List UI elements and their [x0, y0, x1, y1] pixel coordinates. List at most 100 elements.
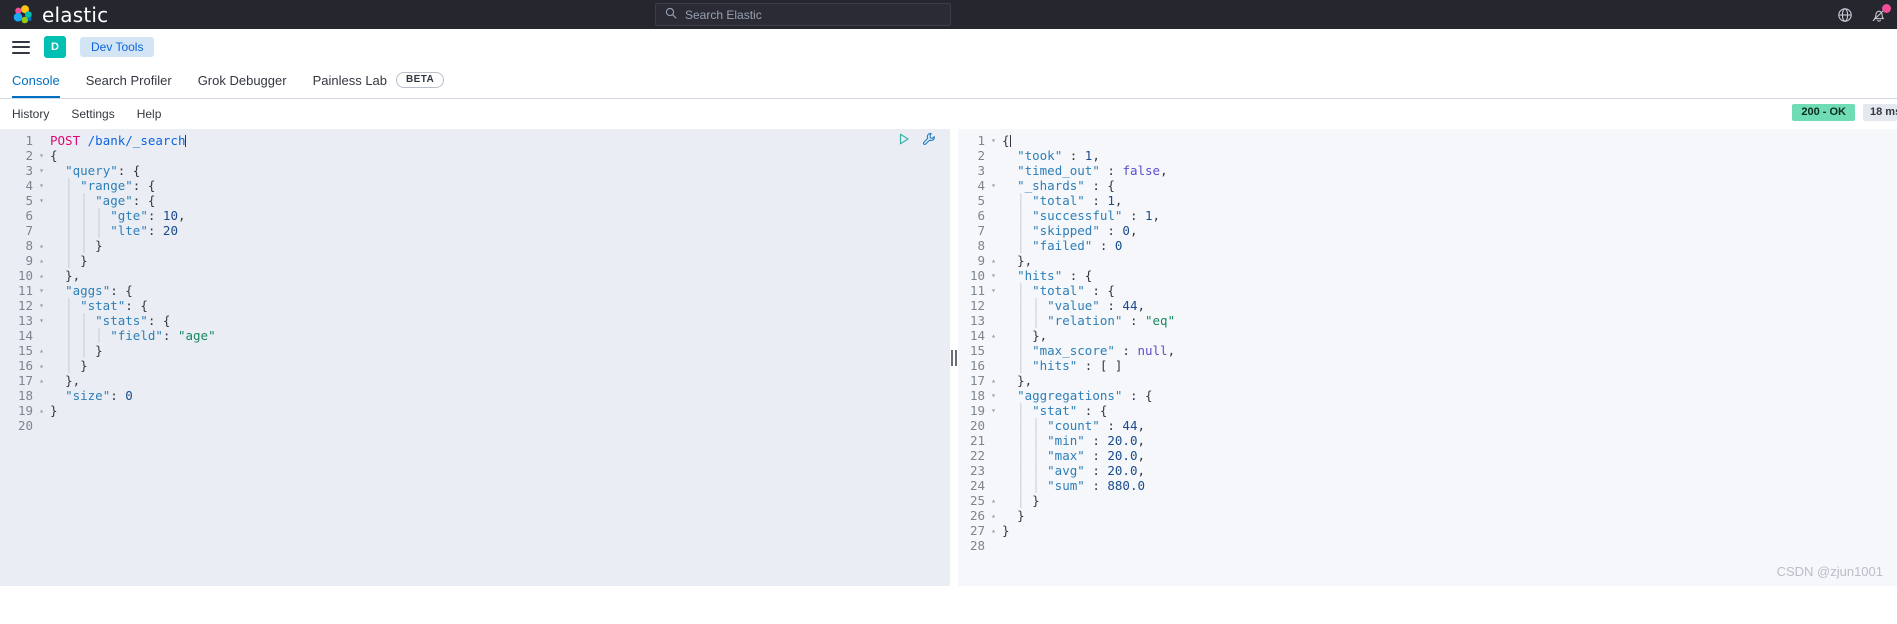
code-token: , [1137, 433, 1146, 448]
request-code-line: }, [46, 373, 950, 388]
request-line-number: 9 ▴ [25, 253, 44, 268]
code-token: { [1002, 133, 1010, 148]
fold-toggle-icon[interactable]: ▴ [39, 253, 44, 268]
code-token: } [1032, 493, 1040, 508]
breadcrumb[interactable]: Dev Tools [80, 37, 155, 57]
fold-toggle-icon[interactable]: ▾ [39, 313, 44, 328]
code-token: "age" [177, 328, 216, 343]
fold-toggle-icon[interactable]: ▴ [991, 508, 996, 523]
space-avatar[interactable]: D [44, 36, 66, 58]
play-send-icon[interactable] [897, 132, 911, 151]
code-token: │ [50, 358, 81, 373]
fold-toggle-icon[interactable]: ▴ [991, 523, 996, 538]
fold-toggle-icon[interactable]: ▴ [39, 403, 44, 418]
fold-toggle-icon[interactable]: ▾ [991, 388, 996, 403]
fold-toggle-icon[interactable]: ▾ [39, 148, 44, 163]
code-token: : [1114, 343, 1138, 358]
code-token: : { [125, 298, 148, 313]
code-token: │ [50, 253, 81, 268]
request-code-line: } [46, 403, 950, 418]
code-token: │ [1002, 208, 1033, 223]
request-code-line: │ │ "age": { [46, 193, 950, 208]
request-code-line: │ "stat": { [46, 298, 950, 313]
response-code-line: │ } [998, 493, 1897, 508]
code-token: : [1062, 148, 1085, 163]
bell-icon[interactable] [1871, 3, 1891, 23]
fold-toggle-icon[interactable]: ▾ [991, 403, 996, 418]
fold-toggle-icon[interactable]: ▴ [991, 493, 996, 508]
fold-toggle-icon[interactable]: ▾ [39, 163, 44, 178]
wrench-icon[interactable] [922, 132, 936, 151]
request-code-line: │ "range": { [46, 178, 950, 193]
menu-item-history[interactable]: History [12, 107, 49, 121]
pane-splitter[interactable] [950, 129, 958, 586]
code-token: "failed" [1032, 238, 1093, 253]
code-token: │ │ [1002, 298, 1048, 313]
response-status: 200 - OK 18 ms [1792, 104, 1897, 121]
elastic-logo-icon [12, 4, 34, 26]
request-code-line: "query": { [46, 163, 950, 178]
response-code-line: │ "skipped" : 0, [998, 223, 1897, 238]
code-token: } [80, 358, 88, 373]
fold-toggle-icon[interactable]: ▴ [39, 373, 44, 388]
fold-toggle-icon[interactable]: ▴ [39, 268, 44, 283]
tab-grok-debugger[interactable]: Grok Debugger [198, 65, 287, 98]
request-code[interactable]: POST /bank/_search{ "query": { │ "range"… [46, 129, 950, 586]
response-code[interactable]: { "took" : 1, "timed_out" : false, "_sha… [998, 129, 1897, 586]
code-token: , [1137, 298, 1146, 313]
code-token: : { [1084, 178, 1115, 193]
fold-toggle-icon[interactable]: ▾ [991, 178, 996, 193]
response-code-line: │ "failed" : 0 [998, 238, 1897, 253]
request-code-line: │ │ │ "gte": 10, [46, 208, 950, 223]
request-code-line: }, [46, 268, 950, 283]
code-token: : [1099, 298, 1123, 313]
code-token: "_shards" [1017, 178, 1085, 193]
code-token: │ │ [1002, 463, 1048, 478]
fold-toggle-icon[interactable]: ▴ [991, 328, 996, 343]
response-code-line: │ │ "value" : 44, [998, 298, 1897, 313]
fold-toggle-icon[interactable]: ▴ [991, 253, 996, 268]
response-code-line: "timed_out" : false, [998, 163, 1897, 178]
code-token: 20.0 [1107, 448, 1138, 463]
fold-toggle-icon[interactable]: ▴ [39, 358, 44, 373]
fold-toggle-icon[interactable]: ▾ [39, 283, 44, 298]
code-token: │ [1002, 283, 1033, 298]
tab-painless-lab[interactable]: Painless Lab BETA [313, 65, 445, 98]
request-line-number: 6 [25, 208, 33, 223]
response-line-number: 9 ▴ [977, 253, 996, 268]
code-token: : [147, 208, 163, 223]
code-token: : [1084, 463, 1108, 478]
hamburger-menu-icon[interactable] [12, 40, 30, 54]
fold-toggle-icon[interactable]: ▴ [39, 343, 44, 358]
tab-console[interactable]: Console [12, 65, 60, 98]
code-token: , [1129, 223, 1138, 238]
code-token: : [1099, 418, 1123, 433]
fold-toggle-icon[interactable]: ▾ [991, 133, 996, 148]
code-token: : [1084, 478, 1108, 493]
global-search-bar[interactable]: Search Elastic [655, 3, 951, 26]
request-code-line [46, 418, 950, 433]
response-viewer-pane[interactable]: 1 ▾ 2 3 4 ▾ 5 6 7 8 9 ▴ 10 ▾ 11 ▾ 12 13 14 ▴ 15 16 17 ▴ 18 ▾ 19 ▾ 20… [958, 129, 1897, 586]
tab-search-profiler[interactable]: Search Profiler [86, 65, 172, 98]
fold-toggle-icon[interactable]: ▴ [991, 373, 996, 388]
response-line-number: 14 ▴ [969, 328, 996, 343]
menu-item-help[interactable]: Help [137, 107, 162, 121]
code-token: │ │ [1002, 433, 1048, 448]
response-line-number: 8 [977, 238, 985, 253]
fold-toggle-icon[interactable]: ▾ [39, 178, 44, 193]
fold-toggle-icon[interactable]: ▾ [39, 298, 44, 313]
elastic-brand[interactable]: elastic [0, 4, 108, 26]
fold-toggle-icon[interactable]: ▾ [39, 193, 44, 208]
code-token: , [1160, 163, 1168, 178]
fold-toggle-icon[interactable]: ▴ [39, 238, 44, 253]
fold-toggle-icon[interactable]: ▾ [991, 283, 996, 298]
code-token: : [1084, 448, 1108, 463]
console-workspace: 1 2 ▾ 3 ▾ 4 ▾ 5 ▾ 6 7 8 ▴ 9 ▴ 10 ▴ 11 ▾ 12 ▾ 13 ▾ 14 15 ▴ 16 ▴ 17 ▴ 18… [0, 129, 1897, 586]
globe-help-icon[interactable] [1837, 7, 1853, 23]
request-editor-pane[interactable]: 1 2 ▾ 3 ▾ 4 ▾ 5 ▾ 6 7 8 ▴ 9 ▴ 10 ▴ 11 ▾ 12 ▾ 13 ▾ 14 15 ▴ 16 ▴ 17 ▴ 18… [0, 129, 950, 586]
code-token: │ [50, 178, 81, 193]
fold-toggle-icon[interactable]: ▾ [991, 268, 996, 283]
response-line-number: 16 [969, 358, 985, 373]
menu-item-settings[interactable]: Settings [71, 107, 114, 121]
